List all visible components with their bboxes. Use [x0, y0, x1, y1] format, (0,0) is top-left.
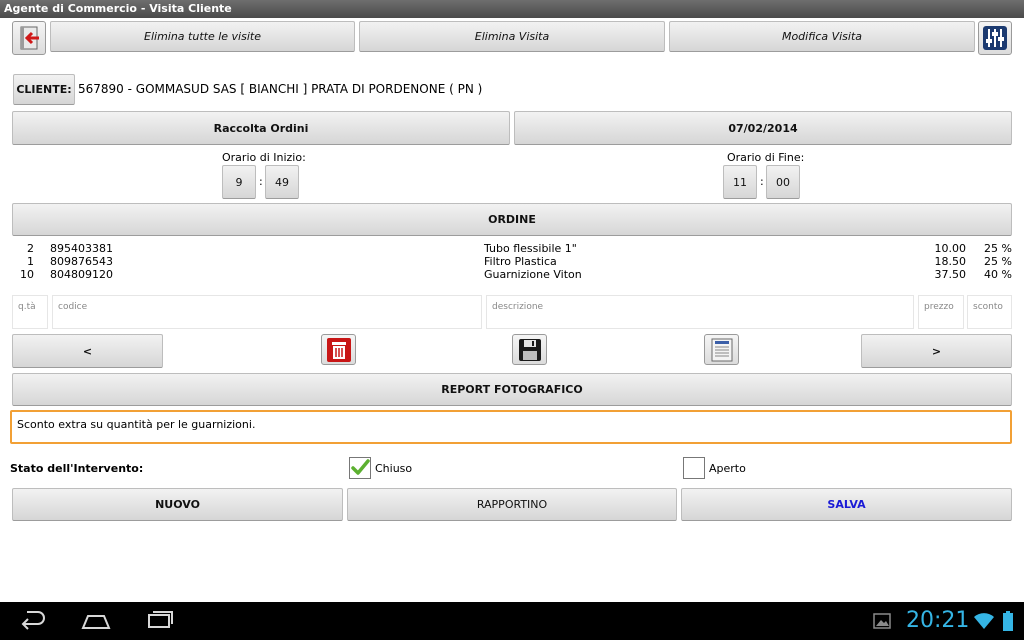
home-button[interactable] [80, 610, 112, 632]
order-row-discount: 40 % [984, 268, 1012, 281]
end-hour-button[interactable]: 11 [723, 165, 757, 199]
photo-report-button[interactable]: REPORT FOTOGRAFICO [12, 373, 1012, 406]
order-row-qty: 10 [20, 268, 34, 281]
home-icon [81, 615, 111, 629]
exit-button[interactable] [12, 21, 46, 55]
qty-field[interactable]: q.tà [12, 295, 48, 329]
start-time-separator: : [259, 175, 263, 188]
order-row-code: 895403381 [50, 242, 113, 255]
delete-all-visits-button[interactable]: Elimina tutte le visite [50, 21, 355, 52]
order-row-code: 804809120 [50, 268, 113, 281]
order-row-price: 37.50 [934, 268, 967, 281]
start-hour-button[interactable]: 9 [222, 165, 256, 199]
visit-type-button[interactable]: Raccolta Ordini [12, 111, 510, 145]
next-row-button[interactable]: > [861, 334, 1012, 368]
description-field[interactable]: descrizione [486, 295, 914, 329]
order-row-description: Tubo flessibile 1" [484, 242, 577, 255]
order-row-discount: 25 % [984, 242, 1012, 255]
order-list-button[interactable] [704, 334, 739, 365]
order-row-price: 18.50 [934, 255, 967, 268]
save-row-button[interactable] [512, 334, 547, 365]
order-row[interactable]: 1 809876543 Filtro Plastica 18.50 25 % [12, 255, 1012, 268]
list-document-icon [711, 338, 732, 361]
wifi-status [973, 612, 995, 630]
delete-visit-button[interactable]: Elimina Visita [359, 21, 665, 52]
closed-checkbox[interactable] [349, 457, 371, 479]
order-row-description: Guarnizione Viton [484, 268, 582, 281]
notification-button[interactable] [873, 612, 891, 630]
order-row-code: 809876543 [50, 255, 113, 268]
back-button[interactable] [18, 610, 48, 632]
delete-row-button[interactable] [321, 334, 356, 365]
system-navigation-bar: 20:21 [0, 602, 1024, 640]
end-minute-button[interactable]: 00 [766, 165, 800, 199]
order-header[interactable]: ORDINE [12, 203, 1012, 236]
exit-icon [20, 26, 39, 50]
window-title: Agente di Commercio - Visita Cliente [0, 0, 1024, 18]
client-name: 567890 - GOMMASUD SAS [ BIANCHI ] PRATA … [78, 82, 483, 96]
order-row[interactable]: 2 895403381 Tubo flessibile 1" 10.00 25 … [12, 242, 1012, 255]
settings-sliders-icon [983, 26, 1007, 50]
gallery-notification-icon [873, 613, 891, 629]
edit-visit-button[interactable]: Modifica Visita [669, 21, 975, 52]
save-button[interactable]: SALVA [681, 488, 1012, 521]
code-field[interactable]: codice [52, 295, 482, 329]
price-field[interactable]: prezzo [918, 295, 964, 329]
order-row-price: 10.00 [934, 242, 967, 255]
order-row-discount: 25 % [984, 255, 1012, 268]
previous-row-button[interactable]: < [12, 334, 163, 368]
end-time-separator: : [760, 175, 764, 188]
battery-status [1002, 610, 1014, 632]
check-icon [351, 459, 370, 475]
recent-apps-button[interactable] [145, 610, 175, 632]
start-time-label: Orario di Inizio: [222, 151, 306, 164]
visit-date-button[interactable]: 07/02/2014 [514, 111, 1012, 145]
new-button[interactable]: NUOVO [12, 488, 343, 521]
order-row-qty: 1 [27, 255, 34, 268]
wifi-icon [974, 613, 994, 629]
notes-field[interactable]: Sconto extra su quantità per le guarnizi… [10, 410, 1012, 444]
order-row-description: Filtro Plastica [484, 255, 557, 268]
recent-apps-icon [148, 611, 173, 628]
discount-field[interactable]: sconto [967, 295, 1012, 329]
trash-icon [326, 337, 351, 362]
order-row[interactable]: 10 804809120 Guarnizione Viton 37.50 40 … [12, 268, 1012, 281]
open-label: Aperto [709, 462, 746, 475]
battery-icon [1003, 611, 1013, 631]
back-icon [21, 611, 45, 630]
open-checkbox[interactable] [683, 457, 705, 479]
system-clock: 20:21 [906, 608, 970, 633]
floppy-disk-icon [518, 338, 541, 361]
order-row-qty: 2 [27, 242, 34, 255]
client-select-button[interactable]: CLIENTE: [13, 74, 75, 105]
report-sheet-button[interactable]: RAPPORTINO [347, 488, 677, 521]
start-minute-button[interactable]: 49 [265, 165, 299, 199]
end-time-label: Orario di Fine: [727, 151, 805, 164]
status-label: Stato dell'Intervento: [10, 462, 144, 475]
closed-label: Chiuso [375, 462, 413, 475]
settings-button[interactable] [978, 21, 1012, 55]
